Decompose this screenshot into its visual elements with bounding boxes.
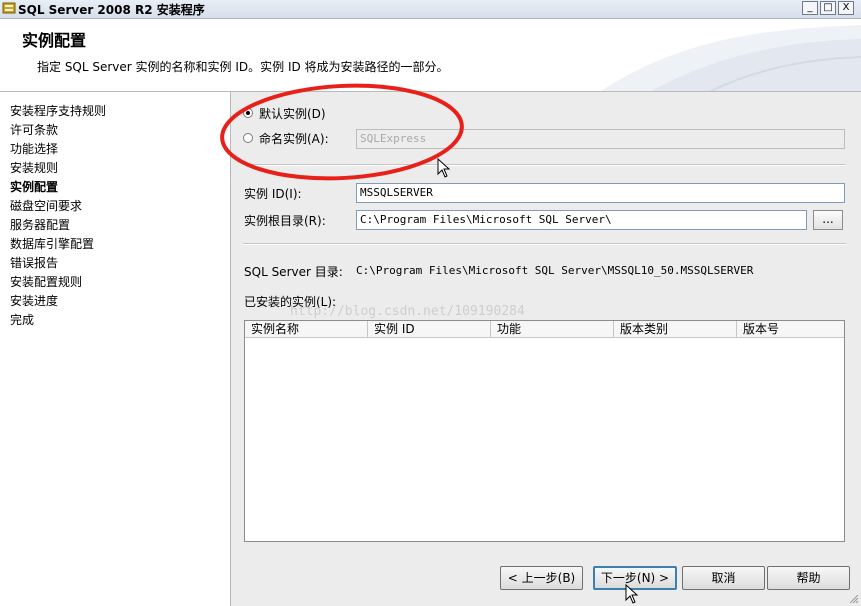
cancel-button[interactable]: 取消 [682, 566, 765, 590]
maximize-button[interactable]: □ [820, 1, 836, 15]
nav-item-disk-space[interactable]: 磁盘空间要求 [10, 197, 82, 215]
default-instance-radio[interactable] [243, 108, 253, 118]
sql-server-app-icon [2, 2, 16, 14]
nav-item-feature-selection[interactable]: 功能选择 [10, 140, 58, 158]
separator [243, 243, 846, 245]
back-button[interactable]: < 上一步(B) [500, 566, 583, 590]
nav-item-license-terms[interactable]: 许可条款 [10, 121, 58, 139]
mouse-pointer-icon [437, 158, 451, 178]
column-features[interactable]: 功能 [491, 321, 614, 337]
named-instance-radio[interactable] [243, 133, 253, 143]
page-header: 实例配置 指定 SQL Server 实例的名称和实例 ID。实例 ID 将成为… [0, 19, 861, 92]
nav-item-support-rules[interactable]: 安装程序支持规则 [10, 102, 106, 120]
separator [243, 164, 846, 166]
close-button[interactable]: X [838, 1, 854, 15]
installed-instances-list[interactable]: 实例名称 实例 ID 功能 版本类别 版本号 [244, 320, 845, 542]
nav-item-complete[interactable]: 完成 [10, 311, 34, 329]
mouse-pointer-icon [625, 584, 639, 604]
title-bar: SQL Server 2008 R2 安装程序 _ □ X [0, 0, 861, 19]
named-instance-label: 命名实例(A): [259, 131, 329, 146]
default-instance-label: 默认实例(D) [259, 106, 326, 121]
nav-item-database-engine[interactable]: 数据库引擎配置 [10, 235, 94, 253]
named-instance-input[interactable]: SQLExpress [356, 129, 845, 149]
setup-steps-nav: 安装程序支持规则 许可条款 功能选择 安装规则 实例配置 磁盘空间要求 服务器配… [0, 92, 231, 606]
column-edition[interactable]: 版本类别 [614, 321, 737, 337]
list-header: 实例名称 实例 ID 功能 版本类别 版本号 [245, 321, 844, 338]
watermark: http://blog.csdn.net/109190284 [290, 304, 525, 319]
header-swoosh-decoration [601, 25, 861, 91]
sql-server-directory-value: C:\Program Files\Microsoft SQL Server\MS… [356, 264, 754, 277]
column-version[interactable]: 版本号 [737, 321, 844, 337]
browse-button[interactable]: ... [813, 210, 843, 230]
column-instance-id[interactable]: 实例 ID [368, 321, 491, 337]
default-instance-option[interactable]: 默认实例(D) [243, 104, 326, 122]
sql-server-directory-label: SQL Server 目录: [244, 265, 343, 279]
column-instance-name[interactable]: 实例名称 [245, 321, 368, 337]
named-instance-option[interactable]: 命名实例(A): [243, 129, 329, 147]
window-title: SQL Server 2008 R2 安装程序 [18, 3, 205, 17]
nav-item-instance-configuration[interactable]: 实例配置 [10, 178, 58, 196]
page-title: 实例配置 [22, 31, 87, 50]
help-button[interactable]: 帮助 [767, 566, 850, 590]
instance-root-dir-input[interactable]: C:\Program Files\Microsoft SQL Server\ [356, 210, 807, 230]
nav-item-error-reporting[interactable]: 错误报告 [10, 254, 58, 272]
page-description: 指定 SQL Server 实例的名称和实例 ID。实例 ID 将成为安装路径的… [37, 60, 449, 74]
instance-root-dir-label: 实例根目录(R): [244, 214, 326, 228]
nav-item-server-configuration[interactable]: 服务器配置 [10, 216, 70, 234]
nav-item-installation-progress[interactable]: 安装进度 [10, 292, 58, 310]
content-panel: 默认实例(D) 命名实例(A): SQLExpress 实例 ID(I): MS… [231, 92, 861, 606]
minimize-button[interactable]: _ [802, 1, 818, 15]
nav-item-config-rules[interactable]: 安装配置规则 [10, 273, 82, 291]
nav-item-installation-rules[interactable]: 安装规则 [10, 159, 58, 177]
instance-id-input[interactable]: MSSQLSERVER [356, 183, 845, 203]
resize-grip-icon[interactable] [847, 592, 859, 604]
instance-id-label: 实例 ID(I): [244, 187, 302, 201]
